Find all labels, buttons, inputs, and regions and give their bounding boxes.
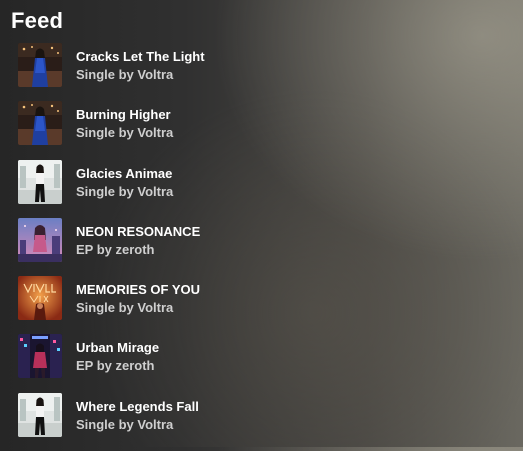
- feed-title: Feed: [11, 8, 64, 33]
- album-art-memories[interactable]: [18, 276, 62, 321]
- album-art-blue-dress[interactable]: [18, 43, 62, 87]
- track-subtitle[interactable]: Single by Voltra: [76, 300, 173, 315]
- track-title[interactable]: Cracks Let The Light: [76, 49, 205, 64]
- feed-item[interactable]: Burning Higher Single by Voltra: [18, 101, 458, 159]
- album-art-neon-city[interactable]: [18, 217, 62, 262]
- track-subtitle[interactable]: Single by Voltra: [76, 417, 173, 432]
- track-title[interactable]: NEON RESONANCE: [76, 224, 200, 239]
- track-subtitle[interactable]: Single by Voltra: [76, 125, 173, 140]
- track-title[interactable]: MEMORIES OF YOU: [76, 282, 200, 297]
- feed-item[interactable]: NEON RESONANCE EP by zeroth: [18, 217, 458, 276]
- track-title[interactable]: Burning Higher: [76, 107, 171, 122]
- track-subtitle[interactable]: Single by Voltra: [76, 67, 173, 82]
- feed-item[interactable]: Cracks Let The Light Single by Voltra: [18, 43, 458, 101]
- track-subtitle[interactable]: EP by zeroth: [76, 242, 155, 257]
- album-art-urban-night[interactable]: [18, 334, 62, 379]
- feed-item[interactable]: Where Legends Fall Single by Voltra: [18, 392, 458, 451]
- track-subtitle[interactable]: Single by Voltra: [76, 184, 173, 199]
- track-title[interactable]: Glacies Animae: [76, 166, 172, 181]
- feed-item[interactable]: MEMORIES OF YOU Single by Voltra: [18, 276, 458, 334]
- track-title[interactable]: Urban Mirage: [76, 340, 159, 355]
- track-subtitle[interactable]: EP by zeroth: [76, 358, 155, 373]
- feed-item[interactable]: Urban Mirage EP by zeroth: [18, 334, 458, 392]
- album-art-blue-dress[interactable]: [18, 101, 62, 146]
- feed-list: Cracks Let The Light Single by Voltra Bu…: [18, 43, 458, 451]
- feed-item[interactable]: Glacies Animae Single by Voltra: [18, 159, 458, 218]
- album-art-standing-woman[interactable]: [18, 159, 62, 204]
- track-title[interactable]: Where Legends Fall: [76, 399, 199, 414]
- album-art-standing-woman[interactable]: [18, 392, 62, 437]
